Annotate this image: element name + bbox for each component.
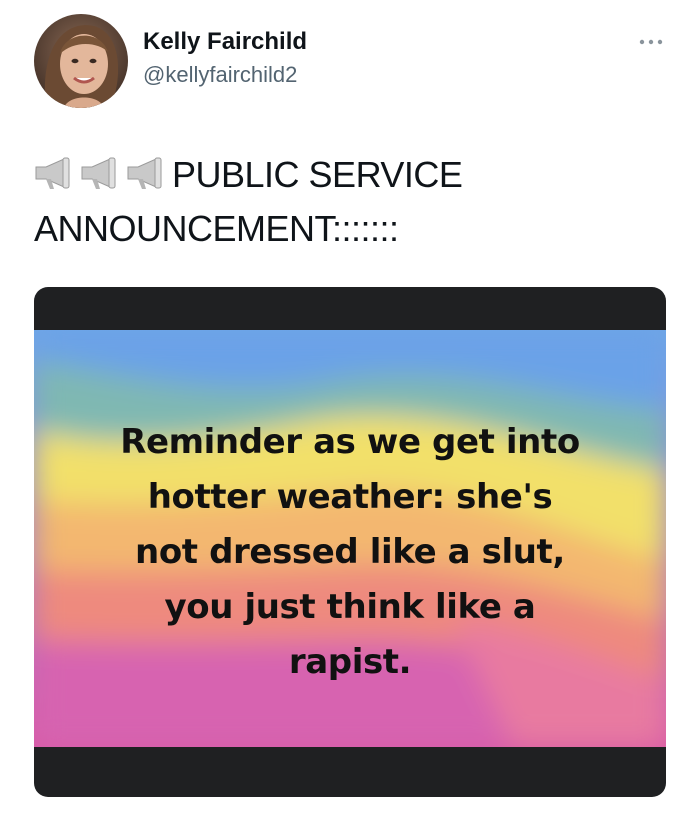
avatar-photo [34,14,128,108]
meme-caption-line: Reminder as we get into [120,422,580,462]
tweet: Kelly Fairchild @kellyfairchild2 PUBLIC … [0,0,700,826]
meme-caption: Reminder as we get into hotter weather: … [34,415,666,690]
more-options-icon[interactable] [636,30,666,54]
meme-caption-line: not dressed like a slut, [135,532,565,572]
tweet-text-line2: ANNOUNCEMENT::::::: [34,208,399,249]
avatar[interactable] [34,14,128,108]
display-name[interactable]: Kelly Fairchild [143,28,307,56]
user-handle[interactable]: @kellyfairchild2 [143,62,297,88]
meme-caption-line: rapist. [288,642,412,682]
tweet-text-line1: PUBLIC SERVICE [172,154,463,195]
meme-caption-line: you just think like a [164,587,536,627]
meme-caption-line: hotter weather: she's [147,477,553,517]
megaphone-icon [34,152,170,190]
tweet-text: PUBLIC SERVICE ANNOUNCEMENT::::::: [34,148,654,256]
tweet-media-image[interactable]: Reminder as we get into hotter weather: … [34,287,666,797]
